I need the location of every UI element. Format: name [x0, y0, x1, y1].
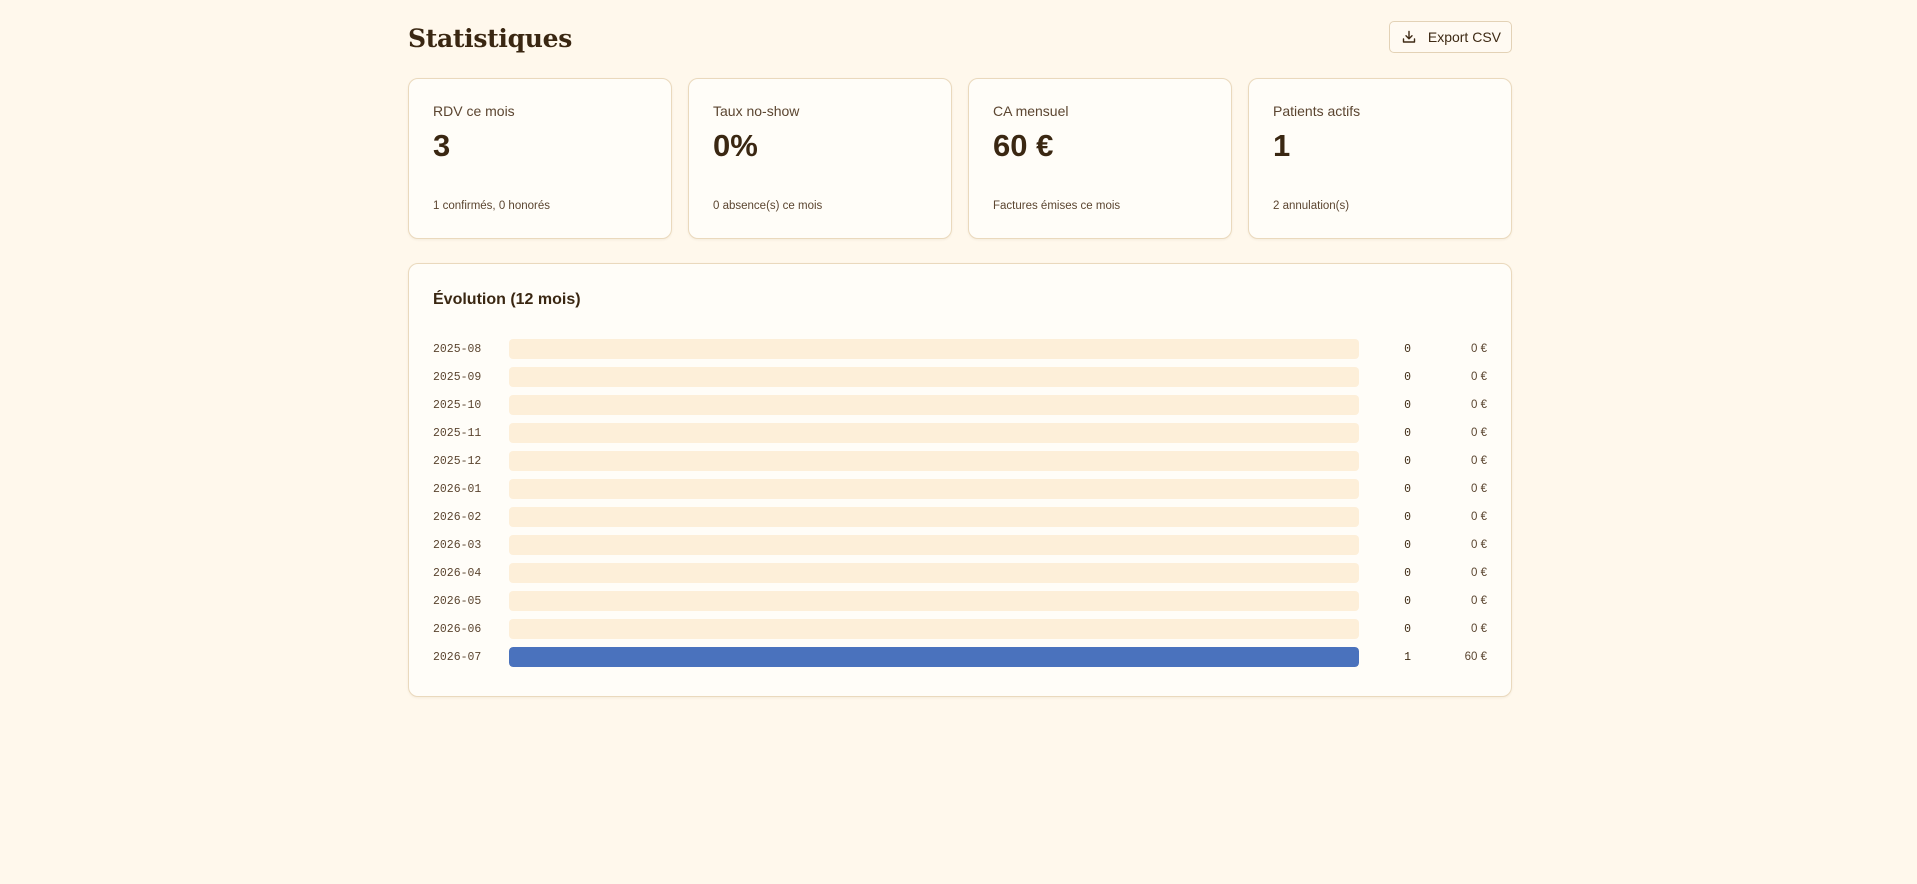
- kpi-card-no-show: Taux no-show 0% 0 absence(s) ce mois: [688, 78, 952, 239]
- evolution-bar-track: [509, 339, 1359, 359]
- evolution-count: 0: [1404, 510, 1411, 524]
- evolution-count: 0: [1404, 538, 1411, 552]
- evolution-amount: 0 €: [1471, 455, 1487, 467]
- evolution-row: 2026-04 0 0 €: [433, 559, 1487, 587]
- evolution-amount: 0 €: [1471, 623, 1487, 635]
- evolution-bar-track: [509, 563, 1359, 583]
- evolution-amount: 0 €: [1471, 483, 1487, 495]
- kpi-card-ca-mensuel: CA mensuel 60 € Factures émises ce mois: [968, 78, 1232, 239]
- evolution-bar-fill: [509, 647, 1359, 667]
- evolution-month: 2026-06: [433, 622, 482, 636]
- evolution-row: 2025-12 0 0 €: [433, 447, 1487, 475]
- evolution-month: 2025-09: [433, 370, 482, 384]
- evolution-title: Évolution (12 mois): [433, 291, 581, 308]
- evolution-count: 0: [1404, 398, 1411, 412]
- evolution-month: 2026-04: [433, 566, 482, 580]
- evolution-month: 2025-11: [433, 426, 482, 440]
- evolution-amount: 0 €: [1471, 539, 1487, 551]
- evolution-row: 2026-06 0 0 €: [433, 615, 1487, 643]
- kpi-value: 0%: [713, 128, 758, 163]
- export-csv-button[interactable]: Export CSV: [1388, 21, 1512, 53]
- evolution-card: Évolution (12 mois) 2025-08 0 0 € 2025-09 0 0…: [408, 263, 1512, 697]
- evolution-amount: 0 €: [1471, 399, 1487, 411]
- evolution-bar-track: [509, 507, 1359, 527]
- evolution-bar-track: [509, 395, 1359, 415]
- kpi-subtext: 0 absence(s) ce mois: [713, 200, 823, 212]
- evolution-count: 0: [1404, 370, 1411, 384]
- evolution-bar-track: [509, 619, 1359, 639]
- evolution-amount: 0 €: [1471, 567, 1487, 579]
- kpi-subtext: 1 confirmés, 0 honorés: [433, 200, 550, 212]
- kpi-label: RDV ce mois: [433, 103, 515, 119]
- evolution-count: 1: [1404, 650, 1411, 664]
- evolution-amount: 60 €: [1464, 651, 1487, 663]
- evolution-month: 2026-02: [433, 510, 482, 524]
- evolution-row: 2025-09 0 0 €: [433, 363, 1487, 391]
- kpi-value: 1: [1273, 128, 1291, 163]
- evolution-amount: 0 €: [1471, 595, 1487, 607]
- download-icon: [1402, 30, 1416, 44]
- evolution-month: 2025-08: [433, 342, 482, 356]
- evolution-bar-track: [509, 451, 1359, 471]
- evolution-rows: 2025-08 0 0 €2025-09 0 0 €2025-10 0 0 €2025-11…: [433, 335, 1487, 671]
- evolution-row: 2026-05 0 0 €: [433, 587, 1487, 615]
- kpi-label: Taux no-show: [713, 103, 800, 119]
- evolution-bar-track: [509, 591, 1359, 611]
- evolution-row: 2026-03 0 0 €: [433, 531, 1487, 559]
- evolution-bar-track: [509, 647, 1359, 667]
- evolution-row: 2026-01 0 0 €: [433, 475, 1487, 503]
- evolution-amount: 0 €: [1471, 511, 1487, 523]
- evolution-bar-track: [509, 479, 1359, 499]
- evolution-amount: 0 €: [1471, 343, 1487, 355]
- evolution-month: 2026-01: [433, 482, 482, 496]
- kpi-card-patients-actifs: Patients actifs 1 2 annulation(s): [1248, 78, 1512, 239]
- export-csv-label: Export CSV: [1427, 29, 1501, 45]
- evolution-count: 0: [1404, 454, 1411, 468]
- evolution-row: 2026-02 0 0 €: [433, 503, 1487, 531]
- evolution-bar-track: [509, 423, 1359, 443]
- evolution-month: 2026-07: [433, 650, 482, 664]
- evolution-row: 2026-07 1 60 €: [433, 643, 1487, 671]
- evolution-month: 2025-12: [433, 454, 482, 468]
- evolution-bar-track: [509, 535, 1359, 555]
- kpi-label: CA mensuel: [993, 103, 1069, 119]
- evolution-count: 0: [1404, 342, 1411, 356]
- evolution-row: 2025-11 0 0 €: [433, 419, 1487, 447]
- evolution-count: 0: [1404, 426, 1411, 440]
- evolution-count: 0: [1404, 594, 1411, 608]
- evolution-amount: 0 €: [1471, 427, 1487, 439]
- kpi-subtext: 2 annulation(s): [1273, 200, 1350, 212]
- evolution-count: 0: [1404, 622, 1411, 636]
- kpi-value: 60 €: [993, 128, 1054, 163]
- evolution-row: 2025-08 0 0 €: [433, 335, 1487, 363]
- kpi-cards: RDV ce mois 3 1 confirmés, 0 honorés Tau…: [408, 78, 1512, 239]
- evolution-row: 2025-10 0 0 €: [433, 391, 1487, 419]
- page-header: Statistiques Export CSV: [408, 18, 1512, 58]
- evolution-bar-track: [509, 367, 1359, 387]
- evolution-amount: 0 €: [1471, 371, 1487, 383]
- kpi-subtext: Factures émises ce mois: [993, 200, 1121, 212]
- kpi-value: 3: [433, 128, 451, 163]
- kpi-card-rdv: RDV ce mois 3 1 confirmés, 0 honorés: [408, 78, 672, 239]
- kpi-label: Patients actifs: [1273, 103, 1361, 119]
- page-title: Statistiques: [408, 23, 573, 53]
- evolution-month: 2026-03: [433, 538, 482, 552]
- statistics-page: Statistiques Export CSV RDV ce mois 3 1 …: [408, 18, 1512, 697]
- evolution-count: 0: [1404, 566, 1411, 580]
- evolution-count: 0: [1404, 482, 1411, 496]
- evolution-month: 2025-10: [433, 398, 482, 412]
- evolution-month: 2026-05: [433, 594, 482, 608]
